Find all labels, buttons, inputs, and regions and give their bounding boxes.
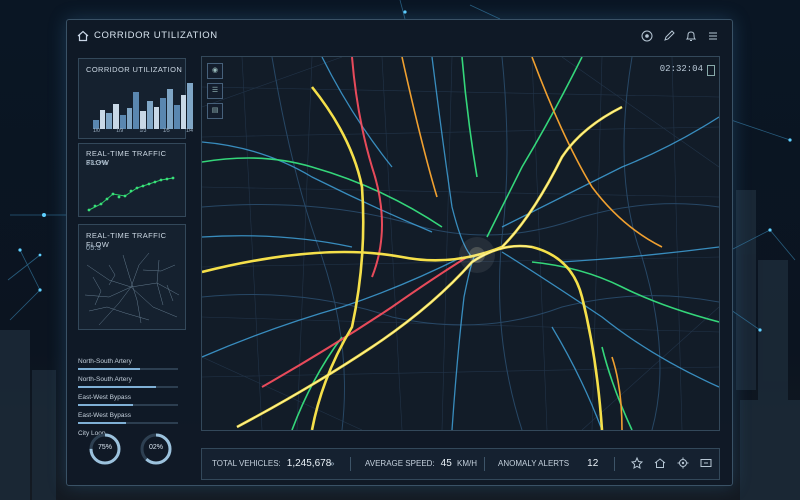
- title-bar: CORRIDOR UTILIZATION: [67, 20, 732, 52]
- utilization-bar: [173, 104, 180, 129]
- window-title: CORRIDOR UTILIZATION: [94, 30, 218, 41]
- menu-icon[interactable]: [706, 29, 720, 43]
- average-speed-value: 45: [440, 458, 452, 469]
- traffic-map[interactable]: ◉ ☰ ▤ 02:32:04: [201, 56, 720, 431]
- settings-icon[interactable]: [676, 456, 690, 470]
- lane-bar-fill: [78, 386, 156, 388]
- lane-bar: [78, 422, 178, 424]
- screen-icon[interactable]: [699, 456, 713, 470]
- divider: [614, 457, 615, 471]
- utilization-bar-labels: 1/0 1/9 1/3 1/5 1/4: [93, 128, 193, 134]
- chevron-right-icon[interactable]: »: [330, 449, 334, 479]
- map-clock: 02:32:04: [659, 64, 703, 74]
- traffic-flow-mini-panel: REAL-TIME TRAFFIC FLOW 33:3%: [78, 143, 186, 217]
- total-vehicles: TOTAL VEHICLES: 1,245,678: [212, 449, 331, 479]
- gauge-1-value: 75%: [97, 444, 112, 451]
- status-bar: TOTAL VEHICLES: 1,245,678 » AVERAGE SPEED…: [201, 448, 720, 480]
- utilization-bar-label: 1/3: [139, 128, 147, 134]
- lane-label: East-West Bypass: [78, 394, 131, 401]
- divider: [484, 457, 485, 471]
- traffic-flow-map-panel: REAL-TIME TRAFFIC FLOW 05:3: [78, 224, 186, 330]
- lane-bar-fill: [78, 368, 140, 370]
- list-item[interactable]: East-West Bypass: [78, 394, 184, 412]
- utilization-bar: [160, 97, 167, 129]
- star-icon[interactable]: [630, 456, 644, 470]
- utilization-bar-label: 1/5: [162, 128, 170, 134]
- speed-unit: KM/H: [457, 459, 478, 468]
- dashboard-window: CORRIDOR UTILIZATION CORRIDOR UTILIZATIO…: [66, 19, 733, 486]
- total-vehicles-value: 1,245,678: [286, 458, 332, 469]
- anomaly-alerts-value: 12: [587, 458, 599, 469]
- utilization-bar: [133, 92, 140, 129]
- traffic-mini-map: [84, 252, 180, 326]
- utilization-bar-label: 1/4: [186, 128, 193, 134]
- divider: [350, 457, 351, 471]
- battery-icon: [707, 65, 715, 76]
- utilization-bar: [99, 110, 106, 129]
- utilization-bar: [153, 107, 160, 129]
- lane-bar: [78, 386, 178, 388]
- home-icon[interactable]: [653, 456, 667, 470]
- utilization-bars: [93, 81, 194, 129]
- gauge-2-value: 02%: [148, 444, 163, 451]
- gauge-1: 75%: [88, 432, 122, 466]
- bell-icon[interactable]: [684, 29, 698, 43]
- list-item[interactable]: North-South Artery: [78, 376, 184, 394]
- lane-label: East-West Bypass: [78, 412, 131, 419]
- utilization-bar: [106, 113, 113, 129]
- gauge-2: 02%: [139, 432, 173, 466]
- utilization-title: CORRIDOR UTILIZATION: [86, 65, 183, 74]
- lane-bar: [78, 368, 178, 370]
- lane-bar-fill: [78, 404, 133, 406]
- list-icon[interactable]: ☰: [207, 83, 223, 99]
- utilization-bar: [146, 100, 153, 129]
- utilization-bar: [119, 115, 126, 129]
- anomaly-alerts: ANOMALY ALERTS 12: [498, 449, 598, 479]
- lane-bar-fill: [78, 422, 126, 424]
- utilization-bar-label: 1/0: [93, 128, 100, 134]
- document-icon[interactable]: ▤: [207, 103, 223, 119]
- utilization-bar: [113, 103, 119, 129]
- lane-bar: [78, 404, 178, 406]
- utilization-bar: [126, 108, 133, 129]
- target-icon[interactable]: [640, 29, 654, 43]
- total-vehicles-label: TOTAL VEHICLES:: [212, 459, 281, 468]
- utilization-bar: [140, 111, 146, 129]
- utilization-bar-label: 1/9: [116, 128, 124, 134]
- average-speed: AVERAGE SPEED: 45 KM/H: [365, 449, 477, 479]
- edit-icon[interactable]: [662, 29, 676, 43]
- lane-label: North-South Artery: [78, 376, 132, 383]
- anomaly-alerts-label: ANOMALY ALERTS: [498, 459, 570, 468]
- utilization-bar: [167, 89, 173, 129]
- utilization-bar: [180, 94, 187, 129]
- traffic-map-canvas[interactable]: [202, 57, 719, 430]
- list-item[interactable]: East-West Bypass: [78, 412, 184, 430]
- list-item[interactable]: North-South Artery: [78, 358, 184, 376]
- average-speed-label: AVERAGE SPEED:: [365, 459, 435, 468]
- layers-icon[interactable]: ◉: [207, 63, 223, 79]
- home-icon[interactable]: [77, 30, 89, 42]
- utilization-panel: CORRIDOR UTILIZATION 1/0 1/9 1/3 1/5 1/4: [78, 58, 194, 139]
- utilization-bar: [187, 83, 194, 129]
- lane-label: North-South Artery: [78, 358, 132, 365]
- traffic-flow-sparkline: [87, 176, 175, 212]
